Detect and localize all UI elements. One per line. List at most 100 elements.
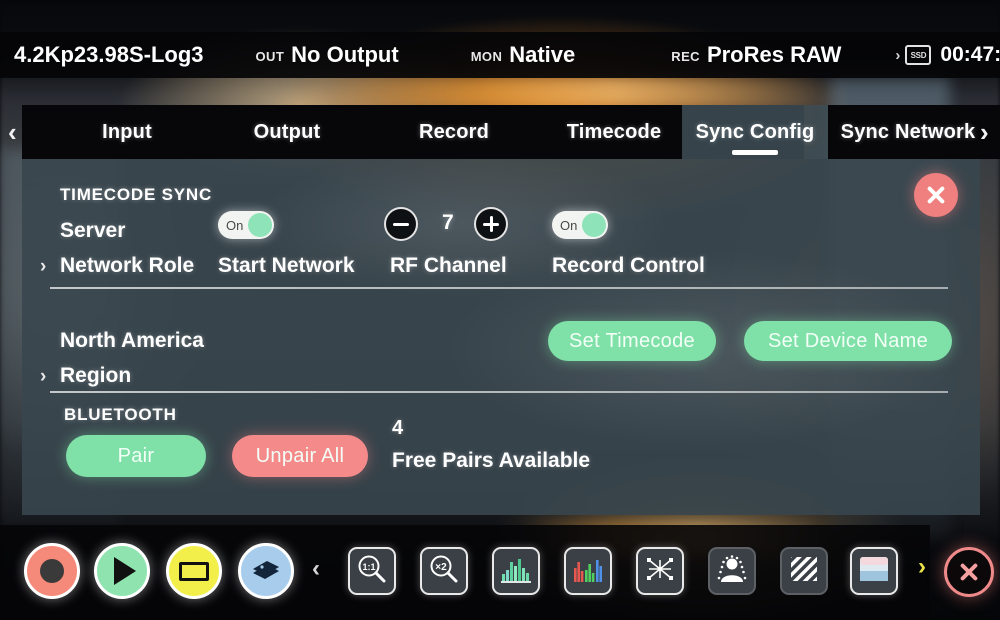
status-monitor-value: Native <box>509 42 576 67</box>
rgb-parade-icon <box>571 554 605 589</box>
tab-sync-network-label: Sync Network <box>840 120 976 143</box>
status-bar: 4.2Kp23.98S-Log3 OUT No Output MON Nativ… <box>0 32 1000 78</box>
bluetooth-heading: BLUETOOTH <box>64 405 177 424</box>
tab-sync-network[interactable]: Sync Network <box>828 105 988 159</box>
record-control-label: Record Control <box>552 254 705 277</box>
false-color-preview-icon <box>858 555 890 588</box>
bottom-toolbar: ‹ 1:1 ×2 › <box>0 525 1000 620</box>
rf-channel-value: 7 <box>442 211 454 234</box>
network-role-chevron-icon[interactable]: › <box>40 256 46 278</box>
focus-assist-person-icon <box>716 554 748 589</box>
record-control-toggle-state: On <box>560 217 578 233</box>
record-button[interactable] <box>24 543 80 599</box>
status-monitor[interactable]: MON Native <box>471 42 576 68</box>
tags-layers-icon <box>251 559 281 583</box>
bluetooth-pair-button[interactable]: Pair <box>66 435 206 477</box>
tab-sync-config-label: Sync Config <box>695 120 815 143</box>
waveform-button[interactable] <box>492 547 540 595</box>
tab-input-label: Input <box>102 120 152 143</box>
toolbar-scroll-right-icon[interactable]: › <box>918 553 926 581</box>
status-output-tag: OUT <box>255 49 285 64</box>
close-icon <box>958 561 980 583</box>
tab-input[interactable]: Input <box>64 105 190 159</box>
start-network-toggle[interactable]: On <box>218 211 274 239</box>
monitor-button[interactable] <box>166 543 222 599</box>
tags-button[interactable] <box>238 543 294 599</box>
svg-text:1:1: 1:1 <box>362 562 375 572</box>
region-chevron-icon[interactable]: › <box>40 366 46 388</box>
close-icon <box>925 184 947 206</box>
minus-icon <box>393 222 409 226</box>
record-control-toggle[interactable]: On <box>552 211 608 239</box>
tabs-scroll-right-icon[interactable]: › <box>980 105 989 159</box>
rf-channel-decrement-button[interactable] <box>384 207 418 241</box>
bg-highlight-streak <box>330 78 850 106</box>
record-circle-icon <box>40 559 64 583</box>
tabs-scroll-left-icon[interactable]: ‹ <box>8 105 17 159</box>
rf-channel-increment-button[interactable] <box>474 207 508 241</box>
toggle-knob <box>582 213 606 237</box>
zoom-1-1-button[interactable]: 1:1 <box>348 547 396 595</box>
section-divider <box>50 391 948 393</box>
set-device-name-label: Set Device Name <box>767 329 929 352</box>
status-media[interactable]: › SSD 00:47:41 › <box>895 43 1000 67</box>
zebra-button[interactable] <box>780 547 828 595</box>
bluetooth-pair-label: Pair <box>117 444 155 467</box>
focus-assist-button[interactable] <box>708 547 756 595</box>
active-tab-underline <box>732 150 778 155</box>
tab-output-label: Output <box>253 120 321 143</box>
zebra-stripes-icon <box>789 555 819 588</box>
tab-record[interactable]: Record <box>382 105 526 159</box>
status-output[interactable]: OUT No Output <box>256 42 399 68</box>
set-timecode-button[interactable]: Set Timecode <box>548 321 716 361</box>
play-triangle-icon <box>114 557 136 585</box>
camera-monitor-screen: 4.2Kp23.98S-Log3 OUT No Output MON Nativ… <box>0 0 1000 620</box>
false-color-button[interactable] <box>850 547 898 595</box>
waveform-icon <box>499 554 533 589</box>
network-role-label: Network Role <box>60 254 195 277</box>
tab-record-label: Record <box>418 120 490 143</box>
bluetooth-unpair-all-button[interactable]: Unpair All <box>232 435 368 477</box>
start-network-label: Start Network <box>218 254 355 277</box>
status-record-codec[interactable]: REC ProRes RAW <box>671 42 841 68</box>
sync-config-panel: TIMECODE SYNC Server › Network Role On S… <box>22 149 980 515</box>
status-output-value: No Output <box>291 42 399 67</box>
vectorscope-icon <box>644 554 676 589</box>
timecode-sync-heading: TIMECODE SYNC <box>60 185 213 204</box>
network-role-value[interactable]: Server <box>60 219 125 243</box>
plus-icon-v <box>489 216 493 232</box>
vectorscope-button[interactable] <box>636 547 684 595</box>
magnifier-2x-icon: ×2 <box>428 553 460 590</box>
toolbar-scroll-left-icon[interactable]: ‹ <box>312 555 320 583</box>
rgb-parade-button[interactable] <box>564 547 612 595</box>
close-panel-button[interactable] <box>914 173 958 217</box>
status-format-value: 4.2Kp23.98S-Log3 <box>14 42 204 67</box>
tab-timecode-label: Timecode <box>566 120 662 143</box>
status-record-tag: REC <box>671 49 700 64</box>
bluetooth-unpair-all-label: Unpair All <box>255 444 345 467</box>
region-value[interactable]: North America <box>60 329 204 353</box>
status-format[interactable]: 4.2Kp23.98S-Log3 <box>14 42 204 68</box>
zoom-2x-button[interactable]: ×2 <box>420 547 468 595</box>
play-button[interactable] <box>94 543 150 599</box>
region-label: Region <box>60 364 132 387</box>
media-prev-chevron-icon[interactable]: › <box>895 47 900 64</box>
free-pairs-count: 4 <box>392 417 404 439</box>
magnifier-1to1-icon: 1:1 <box>356 553 388 590</box>
set-device-name-button[interactable]: Set Device Name <box>744 321 952 361</box>
status-record-value: ProRes RAW <box>706 42 842 67</box>
ssd-icon: SSD <box>905 45 932 65</box>
tab-sync-config[interactable]: Sync Config <box>682 105 828 159</box>
tab-timecode[interactable]: Timecode <box>534 105 694 159</box>
toggle-knob <box>248 213 272 237</box>
section-divider <box>50 287 948 289</box>
settings-tab-bar: ‹ Input Output Record Timecode Sync Conf… <box>8 105 1000 159</box>
status-monitor-tag: MON <box>470 49 503 64</box>
media-remaining-time: 00:47:41 <box>940 43 1000 66</box>
monitor-rect-icon <box>179 561 209 581</box>
tab-output[interactable]: Output <box>214 105 360 159</box>
rf-channel-label: RF Channel <box>390 254 507 277</box>
start-network-toggle-state: On <box>226 217 244 233</box>
svg-text:×2: ×2 <box>435 562 447 573</box>
close-toolbar-button[interactable] <box>944 547 994 597</box>
